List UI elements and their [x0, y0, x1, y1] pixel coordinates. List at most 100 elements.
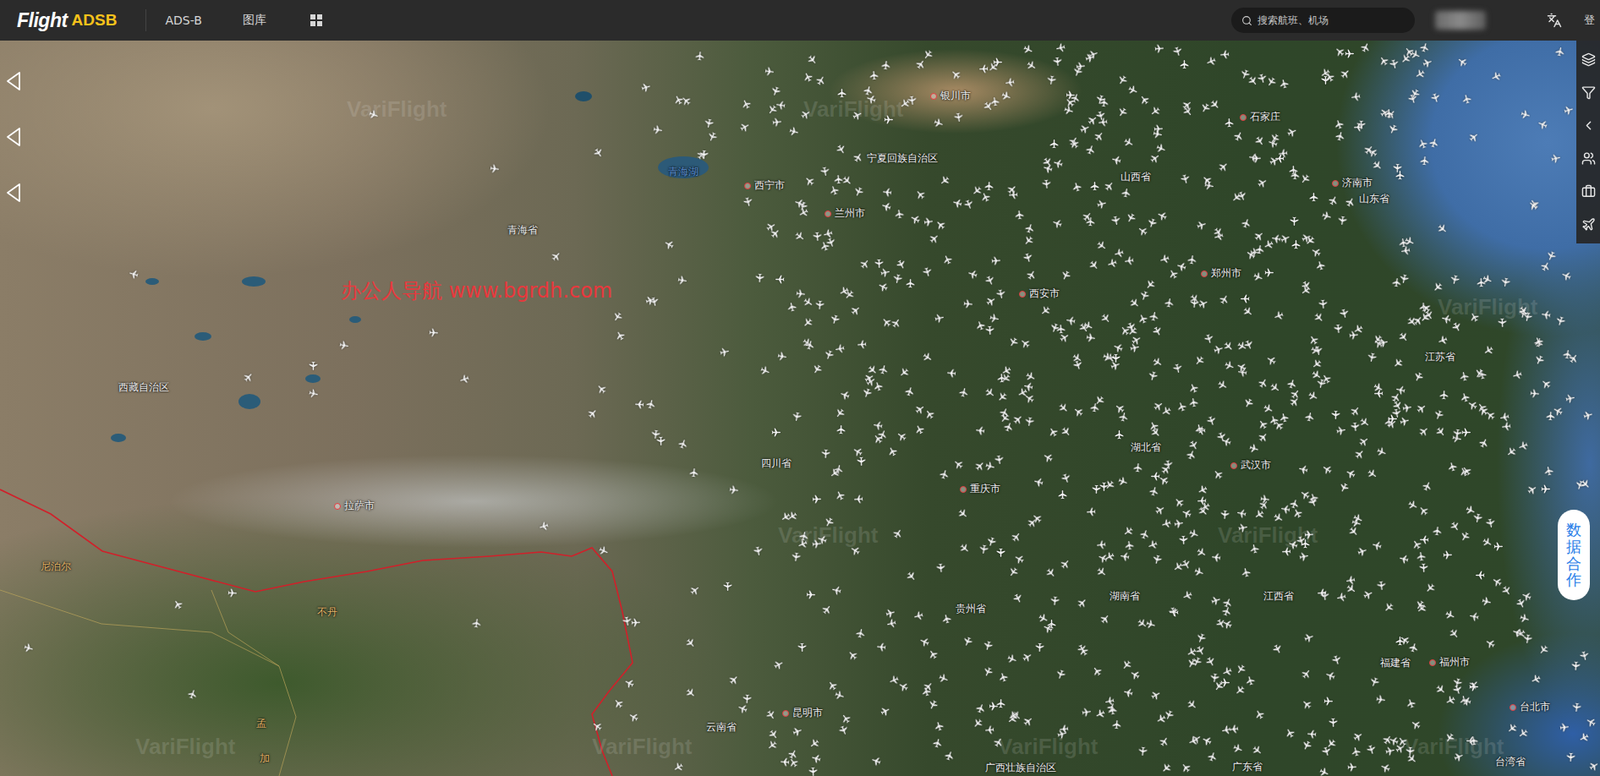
plane-icon[interactable]	[1342, 580, 1359, 597]
plane-icon[interactable]	[1367, 674, 1382, 690]
plane-icon[interactable]	[991, 56, 1003, 68]
plane-icon[interactable]	[1205, 750, 1220, 765]
plane-icon[interactable]	[1147, 310, 1161, 324]
plane-icon[interactable]	[1210, 466, 1226, 483]
plane-icon[interactable]	[1535, 117, 1551, 132]
plane-icon[interactable]	[1215, 159, 1231, 176]
plane-icon[interactable]	[1040, 621, 1055, 636]
plane-icon[interactable]	[1149, 355, 1165, 371]
plane-icon[interactable]	[888, 315, 905, 331]
plane-icon[interactable]	[1136, 93, 1152, 109]
plane-icon[interactable]	[925, 646, 941, 663]
plane-icon[interactable]	[1251, 132, 1267, 148]
plane-icon[interactable]	[1250, 152, 1263, 165]
plane-icon[interactable]	[904, 278, 916, 290]
plane-icon[interactable]	[1103, 695, 1117, 708]
plane-icon[interactable]	[1135, 223, 1151, 239]
plane-icon[interactable]	[1022, 390, 1038, 406]
plane-icon[interactable]	[1194, 545, 1210, 561]
plane-icon[interactable]	[702, 116, 716, 130]
plane-icon[interactable]	[975, 424, 988, 438]
plane-icon[interactable]	[612, 328, 628, 345]
plane-icon[interactable]	[1045, 425, 1061, 441]
plane-icon[interactable]	[1178, 59, 1190, 71]
plane-icon[interactable]	[838, 711, 854, 727]
plane-icon[interactable]	[809, 752, 823, 767]
plane-icon[interactable]	[1233, 338, 1250, 354]
plane-icon[interactable]	[1289, 505, 1305, 521]
plane-icon[interactable]	[1203, 654, 1219, 670]
plane-icon[interactable]	[1349, 90, 1363, 104]
plane-icon[interactable]	[803, 338, 817, 352]
plane-icon[interactable]	[1034, 641, 1047, 654]
plane-icon[interactable]	[1195, 295, 1211, 311]
plane-icon[interactable]	[1083, 50, 1097, 65]
plane-icon[interactable]	[740, 692, 753, 705]
plane-icon[interactable]	[1265, 136, 1281, 151]
plane-icon[interactable]	[1422, 580, 1438, 596]
plane-icon[interactable]	[973, 701, 988, 717]
plane-icon[interactable]	[1397, 553, 1412, 567]
plane-icon[interactable]	[1131, 461, 1144, 474]
plane-icon[interactable]	[1215, 377, 1231, 393]
plane-icon[interactable]	[1451, 676, 1465, 691]
plane-icon[interactable]	[1419, 479, 1434, 494]
plane-icon[interactable]	[1150, 471, 1162, 483]
plane-icon[interactable]	[879, 199, 894, 214]
plane-icon[interactable]	[1309, 356, 1326, 372]
plane-icon[interactable]	[1170, 43, 1184, 58]
plane-icon[interactable]	[869, 754, 884, 769]
plane-icon[interactable]	[1545, 410, 1557, 423]
plane-icon[interactable]	[804, 589, 816, 601]
plane-icon[interactable]	[1302, 630, 1317, 646]
plane-icon[interactable]	[1390, 276, 1403, 290]
plane-icon[interactable]	[1123, 254, 1136, 268]
plane-icon[interactable]	[1457, 370, 1471, 384]
plane-icon[interactable]	[1476, 436, 1491, 451]
collapse-icon[interactable]	[1581, 118, 1596, 133]
plane-icon[interactable]	[850, 444, 866, 461]
plane-icon[interactable]	[620, 614, 634, 628]
plane-icon[interactable]	[1143, 617, 1157, 631]
plane-icon[interactable]	[1365, 145, 1381, 161]
plane-icon[interactable]	[687, 583, 703, 599]
plane-icon[interactable]	[832, 174, 845, 187]
plane-icon[interactable]	[670, 92, 686, 108]
plane-icon[interactable]	[1057, 489, 1069, 501]
plane-icon[interactable]	[920, 264, 934, 279]
plane-icon[interactable]	[860, 385, 875, 400]
plane-icon[interactable]	[1479, 272, 1495, 287]
plane-icon[interactable]	[1442, 692, 1458, 708]
plane-icon[interactable]	[860, 370, 877, 386]
plane-icon[interactable]	[1155, 208, 1170, 224]
plane-icon[interactable]	[1005, 564, 1021, 581]
plane-icon[interactable]	[726, 672, 742, 688]
plane-icon[interactable]	[784, 747, 800, 763]
plane-icon[interactable]	[1218, 48, 1231, 61]
plane-icon[interactable]	[609, 309, 625, 325]
plane-icon[interactable]	[1516, 438, 1531, 454]
plane-icon[interactable]	[1430, 279, 1446, 295]
plane-icon[interactable]	[764, 738, 780, 754]
plane-icon[interactable]	[1357, 415, 1373, 431]
plane-icon[interactable]	[1270, 641, 1286, 657]
plane-icon[interactable]	[1048, 138, 1060, 150]
plane-icon[interactable]	[21, 641, 35, 656]
plane-icon[interactable]	[882, 186, 894, 198]
plane-icon[interactable]	[1290, 239, 1302, 251]
plane-icon[interactable]	[1479, 535, 1496, 551]
plane-icon[interactable]	[1323, 668, 1338, 684]
plane-icon[interactable]	[819, 447, 832, 460]
plane-icon[interactable]	[1319, 744, 1333, 758]
plane-icon[interactable]	[1528, 672, 1544, 687]
plane-icon[interactable]	[1459, 92, 1474, 106]
plane-icon[interactable]	[1349, 728, 1365, 745]
search-field[interactable]: 搜索航班、机场	[1231, 7, 1415, 33]
plane-icon[interactable]	[1174, 400, 1190, 415]
plane-icon[interactable]	[1581, 217, 1596, 232]
plane-icon[interactable]	[1316, 297, 1329, 310]
plane-icon[interactable]	[1577, 648, 1591, 663]
plane-icon[interactable]	[984, 324, 997, 337]
plane-icon[interactable]	[1150, 127, 1163, 141]
plane-icon[interactable]	[1304, 389, 1321, 405]
